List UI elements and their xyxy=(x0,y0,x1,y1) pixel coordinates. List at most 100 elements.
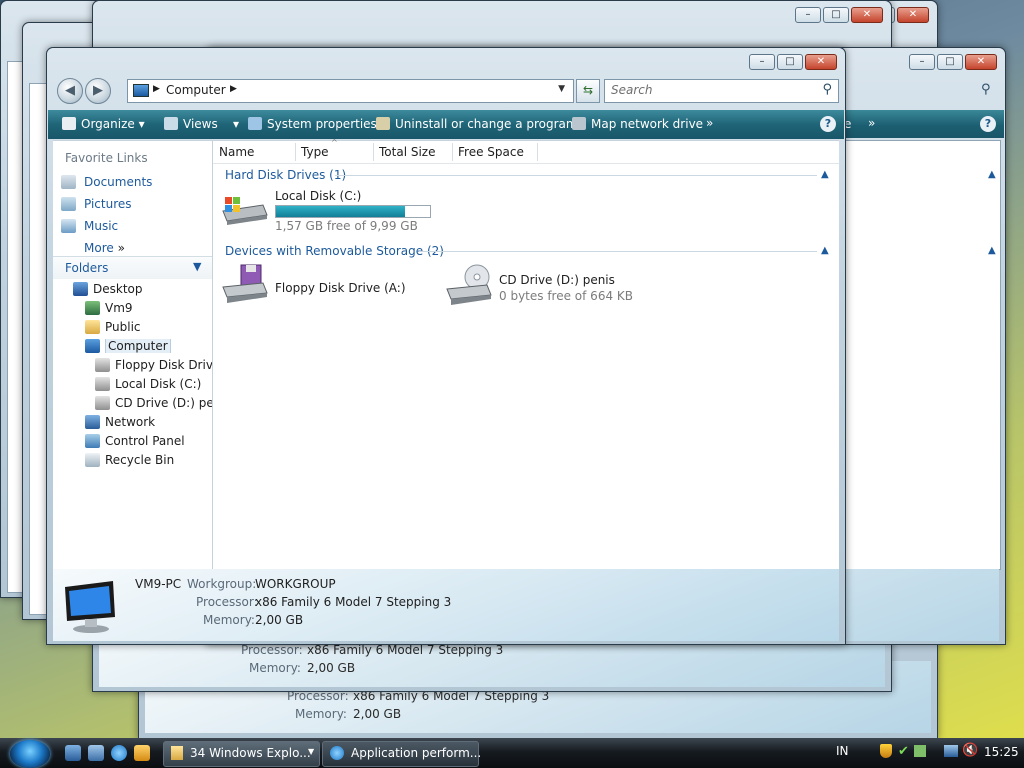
column-divider[interactable] xyxy=(537,143,538,161)
collapse-icon[interactable]: ▲ xyxy=(988,169,996,180)
documents-icon xyxy=(61,175,76,189)
tray-app-icon[interactable] xyxy=(914,745,926,757)
uninstall-program-button[interactable]: Uninstall or change a program xyxy=(376,117,578,131)
explorer-window[interactable]: – □ ✕ ◀ ▶ ▶ Computer ▶ ▼ ⇆ Search ⚲ Orga… xyxy=(46,47,846,645)
tree-item-desktop[interactable]: Desktop xyxy=(73,282,143,296)
drive-name: Floppy Disk Drive (A:) xyxy=(275,281,406,295)
views-button[interactable]: Views ▾ xyxy=(164,117,239,131)
address-bar[interactable]: ▶ Computer ▶ ▼ xyxy=(127,79,574,103)
help-icon[interactable]: ? xyxy=(980,116,996,132)
group-divider xyxy=(419,251,817,252)
forward-button[interactable]: ▶ xyxy=(85,78,111,104)
column-divider[interactable] xyxy=(373,143,374,161)
drive-name: Local Disk (C:) xyxy=(275,189,362,203)
internet-explorer-icon[interactable] xyxy=(111,745,127,761)
refresh-button[interactable]: ⇆ xyxy=(576,79,600,103)
switch-windows-icon[interactable] xyxy=(88,745,104,761)
favorite-link-music[interactable]: Music xyxy=(61,219,118,233)
checkmark-icon[interactable]: ✔ xyxy=(898,744,909,759)
tree-label: Local Disk (C:) xyxy=(115,377,202,391)
column-name[interactable]: Name xyxy=(219,145,254,159)
more-links-button[interactable]: More » xyxy=(84,241,125,255)
collapse-group-icon[interactable]: ▲ xyxy=(821,169,829,180)
close-button[interactable]: ✕ xyxy=(965,54,997,70)
back-button[interactable]: ◀ xyxy=(57,78,83,104)
command-bar: Organize ▾ Views ▾ System properties Uni… xyxy=(48,110,844,139)
tree-label: Network xyxy=(105,415,156,429)
memory-value: 2,00 GB xyxy=(307,661,356,675)
map-network-drive-button[interactable]: Map network drive xyxy=(572,117,703,131)
maximize-button[interactable]: □ xyxy=(777,54,803,70)
group-removable-storage[interactable]: Devices with Removable Storage (2) xyxy=(225,244,444,258)
column-free-space[interactable]: Free Space xyxy=(458,145,524,159)
minimize-button[interactable]: – xyxy=(749,54,775,70)
tree-item-control-panel[interactable]: Control Panel xyxy=(85,434,185,448)
maximize-button[interactable]: □ xyxy=(823,7,849,23)
column-divider[interactable] xyxy=(452,143,453,161)
media-player-icon[interactable] xyxy=(134,745,150,761)
minimize-button[interactable]: – xyxy=(909,54,935,70)
search-input[interactable]: Search ⚲ xyxy=(604,79,839,103)
tree-label: Vm9 xyxy=(105,301,133,315)
breadcrumb-computer[interactable]: Computer xyxy=(166,83,226,97)
network-status-icon[interactable] xyxy=(944,745,958,757)
views-icon xyxy=(164,117,178,130)
close-button[interactable]: ✕ xyxy=(851,7,883,23)
maximize-button[interactable]: □ xyxy=(937,54,963,70)
favorite-label: Pictures xyxy=(84,197,132,211)
favorite-label: Documents xyxy=(84,175,153,189)
network-drive-icon xyxy=(572,117,586,130)
memory-label: Memory: xyxy=(249,661,301,675)
tree-label: Control Panel xyxy=(105,434,185,448)
drive-item-cd[interactable]: CD Drive (D:) penis 0 bytes free of 664 … xyxy=(445,263,665,309)
taskbar xyxy=(0,738,1024,768)
folders-header[interactable]: Folders ▼ xyxy=(53,256,212,279)
start-button[interactable] xyxy=(10,740,50,768)
drive-item-local-disk[interactable]: Local Disk (C:) 1,57 GB free of 9,99 GB xyxy=(221,183,441,233)
clock[interactable]: 15:25 xyxy=(984,745,1019,759)
close-button[interactable]: ✕ xyxy=(897,7,929,23)
control-panel-icon xyxy=(85,434,100,448)
tree-item-public[interactable]: Public xyxy=(85,320,141,334)
more-commands-icon[interactable]: » xyxy=(706,116,713,130)
drive-item-floppy[interactable]: Floppy Disk Drive (A:) xyxy=(221,263,431,309)
address-dropdown-icon[interactable]: ▼ xyxy=(558,84,565,94)
collapse-group-icon[interactable]: ▲ xyxy=(821,245,829,256)
favorite-link-documents[interactable]: Documents xyxy=(61,175,152,189)
tree-item-recycle-bin[interactable]: Recycle Bin xyxy=(85,453,174,467)
breadcrumb-arrow-icon[interactable]: ▶ xyxy=(230,84,237,94)
more-chevron-icon[interactable]: » xyxy=(868,116,875,130)
search-icon[interactable]: ⚲ xyxy=(822,82,832,97)
group-hard-disk-drives[interactable]: Hard Disk Drives (1) xyxy=(225,168,346,182)
tree-item-floppy[interactable]: Floppy Disk Drive xyxy=(95,358,212,372)
column-type[interactable]: Type xyxy=(301,145,329,159)
tree-item-network[interactable]: Network xyxy=(85,415,155,429)
computer-monitor-icon xyxy=(65,581,115,633)
tree-item-user[interactable]: Vm9 xyxy=(85,301,133,315)
cd-drive-icon xyxy=(95,396,110,410)
breadcrumb-arrow-icon[interactable]: ▶ xyxy=(153,84,160,94)
close-button[interactable]: ✕ xyxy=(805,54,837,70)
language-indicator[interactable]: IN xyxy=(836,744,849,758)
tree-item-local-disk[interactable]: Local Disk (C:) xyxy=(95,377,212,391)
tree-item-cd-drive[interactable]: CD Drive (D:) penis xyxy=(95,396,212,410)
column-total-size[interactable]: Total Size xyxy=(379,145,435,159)
favorite-link-pictures[interactable]: Pictures xyxy=(61,197,132,211)
group-dropdown-icon[interactable]: ▼ xyxy=(308,747,314,756)
system-properties-button[interactable]: System properties xyxy=(248,117,377,131)
volume-muted-icon[interactable]: 🔇 xyxy=(962,743,978,758)
column-divider[interactable] xyxy=(295,143,296,161)
minimize-button[interactable]: – xyxy=(795,7,821,23)
floppy-drive-icon xyxy=(222,264,268,303)
security-shield-icon[interactable] xyxy=(880,744,892,758)
organize-button[interactable]: Organize ▾ xyxy=(62,117,145,131)
collapse-icon[interactable]: ▲ xyxy=(988,245,996,256)
search-icon[interactable]: ⚲ xyxy=(981,82,991,97)
show-desktop-icon[interactable] xyxy=(65,745,81,761)
taskbar-explorer-group[interactable]: 34 Windows Explo... ▼ xyxy=(163,741,320,767)
tree-item-computer[interactable]: Computer xyxy=(85,339,171,353)
window-controls: – □ ✕ xyxy=(795,7,883,23)
hard-disk-icon xyxy=(95,377,110,391)
taskbar-app-performance[interactable]: Application perform... xyxy=(322,741,481,767)
help-icon[interactable]: ? xyxy=(820,116,836,132)
